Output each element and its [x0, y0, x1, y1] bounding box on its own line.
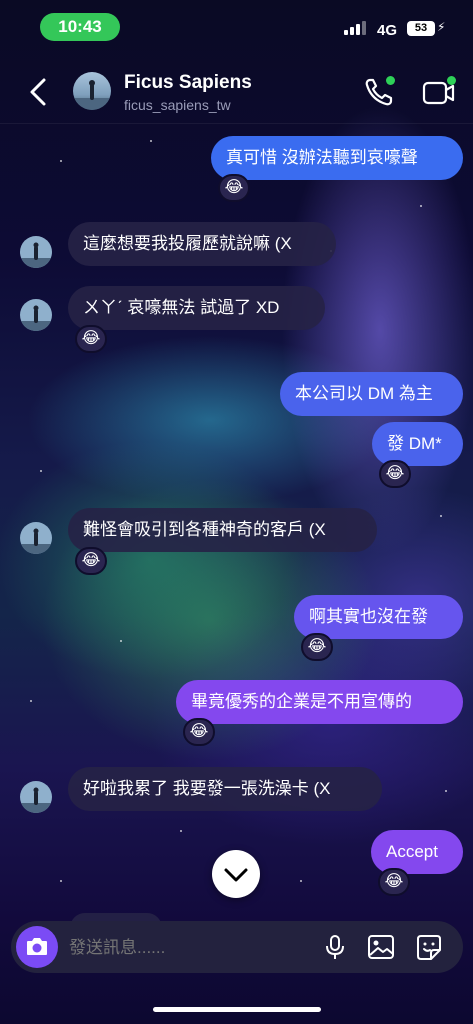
star: [300, 880, 302, 882]
chevron-down-icon: [224, 868, 248, 882]
camera-icon: [27, 938, 47, 955]
contact-avatar[interactable]: [73, 72, 111, 110]
gallery-button[interactable]: [366, 933, 396, 961]
star: [440, 515, 442, 517]
reaction-emoji[interactable]: 😂: [378, 868, 410, 896]
camera-button[interactable]: [16, 926, 58, 968]
star: [180, 830, 182, 832]
online-indicator: [386, 76, 395, 85]
outgoing-message[interactable]: 本公司以 DM 為主: [280, 372, 463, 416]
header-divider: [0, 123, 473, 124]
chat-screen: 10:43 4G 53 ⚡ Ficus Sapiens ficus_sapien…: [0, 0, 473, 1024]
contact-name[interactable]: Ficus Sapiens: [124, 72, 252, 94]
star: [445, 790, 447, 792]
network-label: 4G: [377, 22, 398, 39]
battery-icon: 53: [407, 21, 435, 36]
online-indicator: [447, 76, 456, 85]
home-indicator: [153, 1007, 321, 1012]
scroll-to-bottom-button[interactable]: [212, 850, 260, 898]
incoming-message[interactable]: 這麼想要我投履歷就說嘛 (X: [68, 222, 336, 266]
charging-icon: ⚡: [437, 20, 446, 34]
reaction-emoji[interactable]: 😂: [218, 174, 250, 202]
chevron-left-icon: [30, 78, 46, 106]
message-composer: [11, 921, 463, 973]
star: [60, 160, 62, 162]
avatar[interactable]: [20, 299, 52, 331]
avatar[interactable]: [20, 236, 52, 268]
status-time: 10:43: [40, 13, 120, 41]
outgoing-message[interactable]: Accept: [371, 830, 463, 874]
reaction-emoji[interactable]: 😂: [75, 547, 107, 575]
outgoing-message[interactable]: 畢竟優秀的企業是不用宣傳的: [176, 680, 463, 724]
microphone-icon: [326, 935, 344, 959]
voice-call-button[interactable]: [362, 76, 398, 108]
sticker-icon: [417, 935, 441, 960]
incoming-message[interactable]: 難怪會吸引到各種神奇的客戶 (X: [68, 508, 377, 552]
microphone-button[interactable]: [321, 933, 349, 961]
star: [30, 700, 32, 702]
signal-icon: [344, 21, 368, 35]
incoming-message[interactable]: 好啦我累了 我要發一張洗澡卡 (X: [68, 767, 382, 811]
star: [120, 640, 122, 642]
reaction-emoji[interactable]: 😂: [301, 633, 333, 661]
avatar[interactable]: [20, 522, 52, 554]
message-input[interactable]: [69, 937, 269, 959]
star: [40, 470, 42, 472]
back-button[interactable]: [24, 74, 56, 110]
image-icon: [368, 935, 394, 959]
contact-handle: ficus_sapiens_tw: [124, 97, 231, 113]
star: [60, 880, 62, 882]
sticker-button[interactable]: [414, 933, 444, 961]
reaction-emoji[interactable]: 😂: [183, 718, 215, 746]
star: [150, 140, 152, 142]
reaction-emoji[interactable]: 😂: [379, 460, 411, 488]
star: [420, 205, 422, 207]
outgoing-message[interactable]: 真可惜 沒辦法聽到哀嚎聲: [211, 136, 463, 180]
avatar[interactable]: [20, 781, 52, 813]
incoming-message[interactable]: ㄨㄚˊ 哀嚎無法 試過了 XD: [68, 286, 325, 330]
reaction-emoji[interactable]: 😂: [75, 325, 107, 353]
outgoing-message[interactable]: 發 DM*: [372, 422, 463, 466]
video-call-button[interactable]: [420, 76, 458, 108]
